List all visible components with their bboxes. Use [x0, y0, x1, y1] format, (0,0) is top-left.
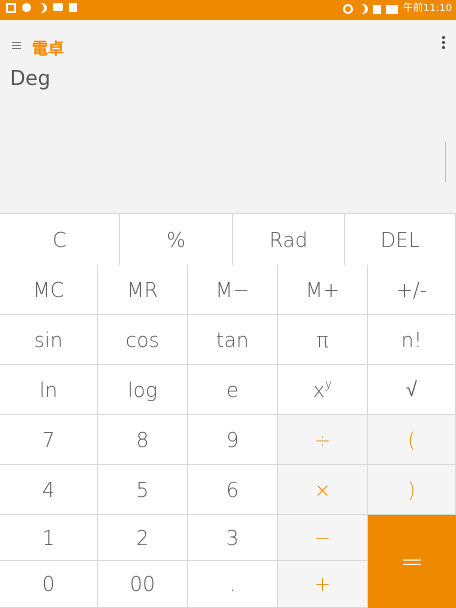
key-decimal[interactable]: . [188, 561, 278, 608]
key-00[interactable]: 00 [98, 561, 188, 608]
keypad-top-row: C % Rad DEL [0, 213, 456, 266]
notification-icon [6, 3, 16, 13]
key-pi[interactable]: π [278, 315, 368, 365]
key-e[interactable]: e [188, 365, 278, 415]
key-cos[interactable]: cos [98, 315, 188, 365]
key-clear[interactable]: C [0, 214, 120, 266]
app-title: 電卓 [32, 39, 65, 58]
key-sqrt[interactable]: √ [368, 365, 456, 415]
key-sin[interactable]: sin [0, 315, 98, 365]
battery-icon [386, 4, 399, 14]
key-power[interactable]: xy [278, 365, 368, 415]
key-4[interactable]: 4 [0, 465, 98, 515]
location-icon [22, 3, 31, 12]
key-ln[interactable]: ln [0, 365, 98, 415]
key-5[interactable]: 5 [98, 465, 188, 515]
key-6[interactable]: 6 [188, 465, 278, 515]
key-power-base: x [313, 377, 325, 402]
message-icon [53, 3, 63, 11]
status-left-icons [6, 3, 77, 13]
key-9[interactable]: 9 [188, 415, 278, 465]
key-8[interactable]: 8 [98, 415, 188, 465]
key-2[interactable]: 2 [98, 515, 188, 561]
moon-icon [358, 4, 368, 14]
status-time: 午前11:10 [403, 3, 452, 14]
menu-icon[interactable] [12, 40, 21, 51]
overflow-menu-icon[interactable] [442, 36, 446, 51]
key-multiply[interactable]: × [278, 465, 368, 515]
key-power-exponent: y [324, 376, 332, 391]
key-m-minus[interactable]: M− [188, 265, 278, 315]
key-3[interactable]: 3 [188, 515, 278, 561]
signal-icon [373, 4, 382, 14]
input-cursor [445, 142, 446, 182]
status-bar: 午前11:10 [0, 0, 456, 20]
key-mc[interactable]: MC [0, 265, 98, 315]
key-open-paren[interactable]: ( [368, 415, 456, 465]
calculator-display: 電卓 Deg [0, 20, 456, 213]
key-m-plus[interactable]: M+ [278, 265, 368, 315]
key-tan[interactable]: tan [188, 315, 278, 365]
key-rad[interactable]: Rad [233, 214, 345, 266]
key-mr[interactable]: MR [98, 265, 188, 315]
key-equals[interactable]: = [368, 515, 456, 608]
key-subtract[interactable]: − [278, 515, 368, 561]
key-add[interactable]: + [278, 561, 368, 608]
sd-card-icon [69, 3, 77, 12]
key-1[interactable]: 1 [0, 515, 98, 561]
key-sign[interactable]: +/- [368, 265, 456, 315]
key-delete[interactable]: DEL [345, 214, 456, 266]
status-right-icons: 午前11:10 [343, 2, 452, 16]
keypad: C % Rad DEL MC MR M− M+ +/- sin cos tan … [0, 213, 456, 608]
angle-mode-indicator: Deg [10, 66, 51, 90]
key-close-paren[interactable]: ) [368, 465, 456, 515]
key-factorial[interactable]: n! [368, 315, 456, 365]
key-0[interactable]: 0 [0, 561, 98, 608]
key-divide[interactable]: ÷ [278, 415, 368, 465]
key-percent[interactable]: % [120, 214, 233, 266]
mute-icon [343, 4, 354, 14]
key-log[interactable]: log [98, 365, 188, 415]
key-7[interactable]: 7 [0, 415, 98, 465]
dnd-icon [37, 3, 47, 13]
